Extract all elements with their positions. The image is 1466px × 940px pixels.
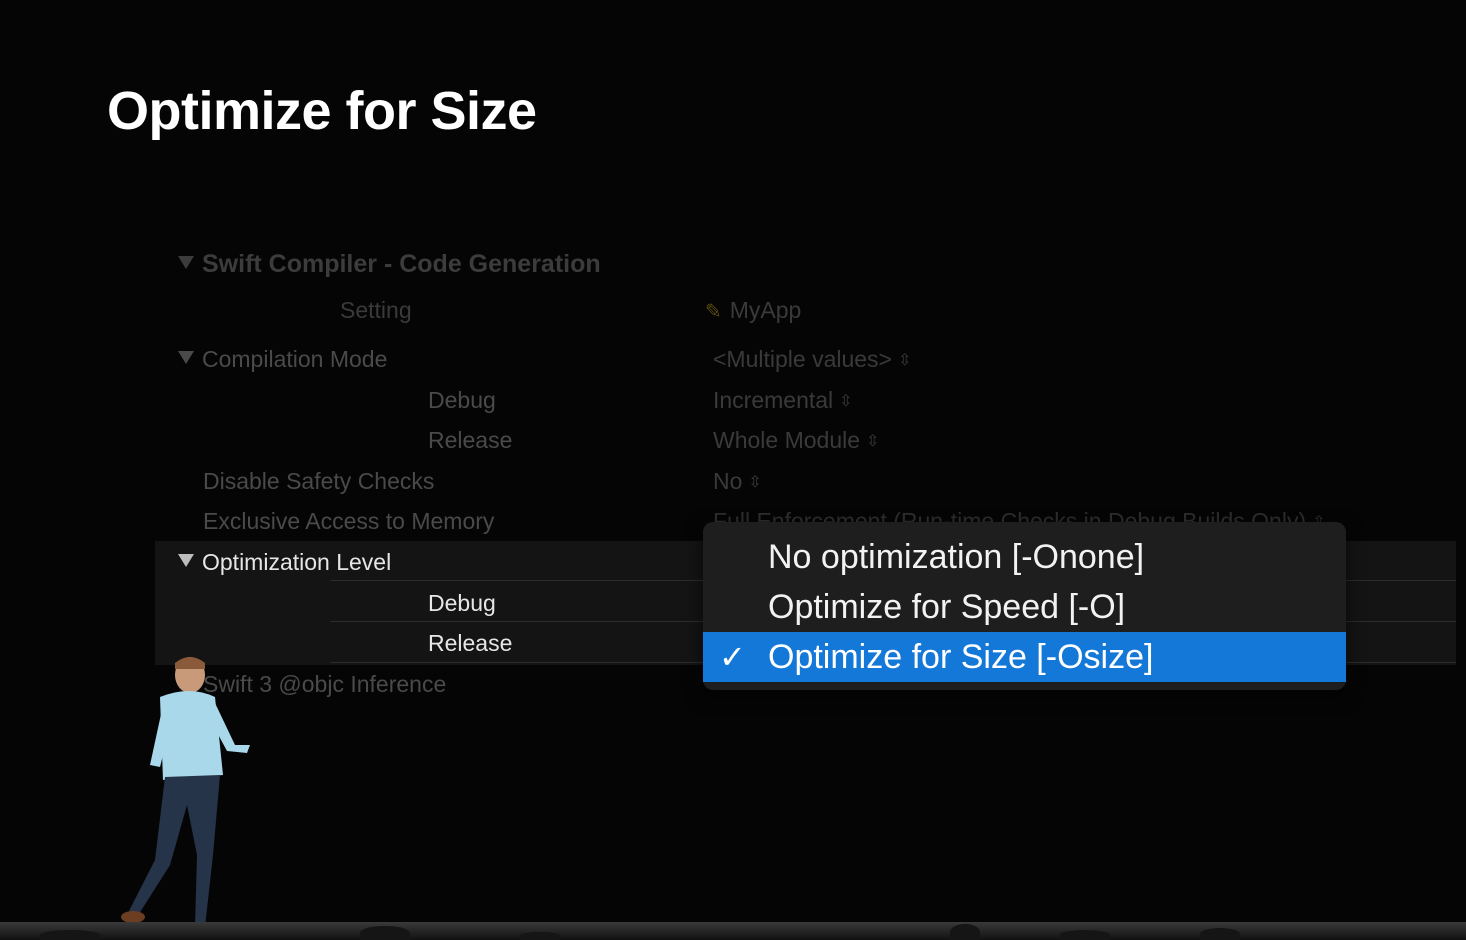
row-optimization-debug[interactable]: Debug: [428, 590, 496, 617]
compilation-mode-value[interactable]: <Multiple values> ⇳: [713, 346, 911, 373]
section-title: Swift Compiler - Code Generation: [202, 250, 601, 278]
row-optimization-release[interactable]: Release: [428, 630, 512, 657]
stepper-icon: ⇳: [866, 433, 880, 450]
stepper-icon: ⇳: [898, 352, 912, 369]
disable-safety-value[interactable]: No ⇳: [713, 468, 762, 495]
column-header-setting: Setting: [340, 297, 412, 323]
row-disable-safety-checks: Disable Safety Checks: [203, 468, 435, 494]
audience-silhouette: [360, 926, 410, 940]
target-icon: ✎: [705, 301, 722, 323]
audience-silhouette: [520, 932, 560, 940]
audience-silhouette: [1200, 928, 1240, 940]
menu-item-optimize-speed[interactable]: Optimize for Speed [-O]: [703, 582, 1346, 632]
target-name: MyApp: [729, 297, 802, 323]
audience-silhouette: [40, 930, 100, 940]
optimization-popup-menu[interactable]: No optimization [-Onone] Optimize for Sp…: [703, 522, 1346, 690]
audience-silhouette: [1060, 930, 1110, 940]
row-optimization-level[interactable]: Optimization Level: [178, 549, 391, 576]
stage-floor: [0, 922, 1466, 940]
menu-item-optimize-size[interactable]: ✓ Optimize for Size [-Osize]: [703, 632, 1346, 682]
checkmark-icon: ✓: [719, 639, 746, 675]
disclosure-triangle-icon[interactable]: [178, 554, 194, 567]
disclosure-triangle-icon[interactable]: [178, 351, 194, 364]
compilation-release-value[interactable]: Whole Module ⇳: [713, 427, 879, 454]
slide-title: Optimize for Size: [107, 81, 537, 141]
row-label: Optimization Level: [202, 549, 392, 575]
row-compilation-mode[interactable]: Compilation Mode: [178, 346, 387, 373]
compilation-debug-value[interactable]: Incremental ⇳: [713, 387, 853, 414]
row-compilation-release: Release: [428, 427, 513, 453]
presenter-figure: [121, 657, 250, 936]
row-exclusive-access: Exclusive Access to Memory: [203, 508, 495, 534]
menu-item-no-optimization[interactable]: No optimization [-Onone]: [703, 532, 1346, 582]
disclosure-triangle-icon[interactable]: [178, 256, 194, 269]
row-compilation-debug: Debug: [428, 387, 496, 413]
column-header-target: ✎ MyApp: [705, 297, 801, 324]
stepper-icon: ⇳: [748, 474, 762, 491]
stepper-icon: ⇳: [839, 393, 853, 410]
section-header-swift-compiler[interactable]: Swift Compiler - Code Generation: [178, 250, 601, 279]
row-label: Compilation Mode: [202, 346, 388, 372]
audience-silhouette: [950, 924, 980, 940]
